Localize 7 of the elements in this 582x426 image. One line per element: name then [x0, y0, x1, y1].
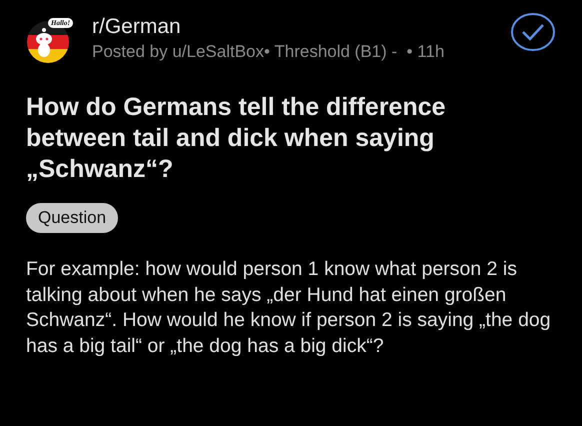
flair-tag: Question: [26, 203, 118, 233]
subreddit-icon: [26, 20, 70, 64]
post-meta: Posted by u/LeSaltBox• Threshold (B1) - • 11h: [92, 41, 446, 63]
subreddit-name[interactable]: r/German: [92, 14, 500, 40]
check-icon[interactable]: [510, 12, 556, 52]
post-title: How do Germans tell the difference between tail and dick when saying „Schwanz“?: [26, 92, 447, 185]
post-body: For example: how would person 1 know what person 2 is talking about when he says „der Hund hat einen großen Schwanz“. How would he know if person 2 is saying „the dog has a big tail“ or „the dog has a big dick“?: [26, 257, 552, 358]
